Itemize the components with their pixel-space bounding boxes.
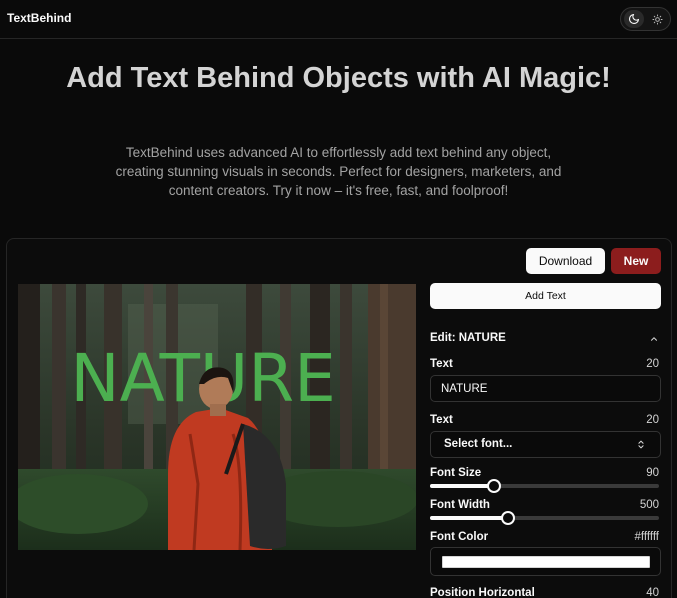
text-label: Text (430, 358, 453, 370)
forest-photo: NATURE (18, 284, 416, 550)
position-horizontal-value: 40 (646, 587, 659, 598)
position-horizontal-label: Position Horizontal (430, 587, 535, 598)
text-char-count: 20 (646, 358, 659, 370)
font-color-value: #ffffff (634, 531, 659, 543)
color-swatch[interactable] (442, 556, 650, 568)
slider-thumb[interactable] (487, 479, 502, 493)
font-color-label-row: Font Color #ffffff (430, 531, 659, 545)
font-width-label: Font Width (430, 499, 490, 511)
edit-section-header[interactable]: Edit: NATURE (430, 332, 661, 348)
sun-icon (651, 13, 663, 25)
brand-logo[interactable]: TextBehind (7, 11, 71, 25)
text-label-row: Text 20 (430, 358, 659, 372)
dark-theme-button[interactable] (624, 10, 644, 28)
font-count: 20 (646, 414, 659, 426)
theme-toggle[interactable] (620, 7, 671, 31)
top-navbar: TextBehind (0, 0, 677, 39)
font-width-value: 500 (639, 499, 659, 511)
font-color-label: Font Color (430, 531, 489, 543)
edit-section-title: Edit: NATURE (430, 332, 506, 344)
position-horizontal-label-row: Position Horizontal 40 (430, 587, 659, 598)
slider-thumb[interactable] (500, 511, 515, 525)
font-label: Text (430, 414, 453, 426)
add-text-button[interactable]: Add Text (430, 283, 661, 309)
download-button[interactable]: Download (526, 248, 605, 274)
text-input[interactable]: NATURE (430, 375, 661, 402)
font-size-value: 90 (646, 467, 659, 479)
font-size-slider[interactable] (430, 479, 659, 493)
hero-title: Add Text Behind Objects with AI Magic! (66, 62, 611, 94)
font-size-label: Font Size (430, 467, 482, 479)
slider-fill (430, 516, 508, 520)
font-select[interactable]: Select font... (430, 431, 661, 458)
new-button[interactable]: New (611, 248, 661, 274)
light-theme-button[interactable] (647, 10, 667, 28)
font-color-picker[interactable] (430, 547, 661, 576)
chevron-up-icon[interactable] (649, 334, 659, 344)
font-width-slider[interactable] (430, 511, 659, 525)
chevrons-up-down-icon (638, 440, 644, 449)
moon-icon (628, 13, 640, 25)
hero-subtitle: TextBehind uses advanced AI to effortles… (115, 145, 562, 198)
font-select-placeholder: Select font... (444, 438, 513, 450)
slider-fill (430, 484, 495, 488)
font-label-row: Text 20 (430, 414, 659, 428)
image-canvas[interactable]: NATURE (18, 284, 416, 550)
text-input-value: NATURE (441, 383, 488, 395)
